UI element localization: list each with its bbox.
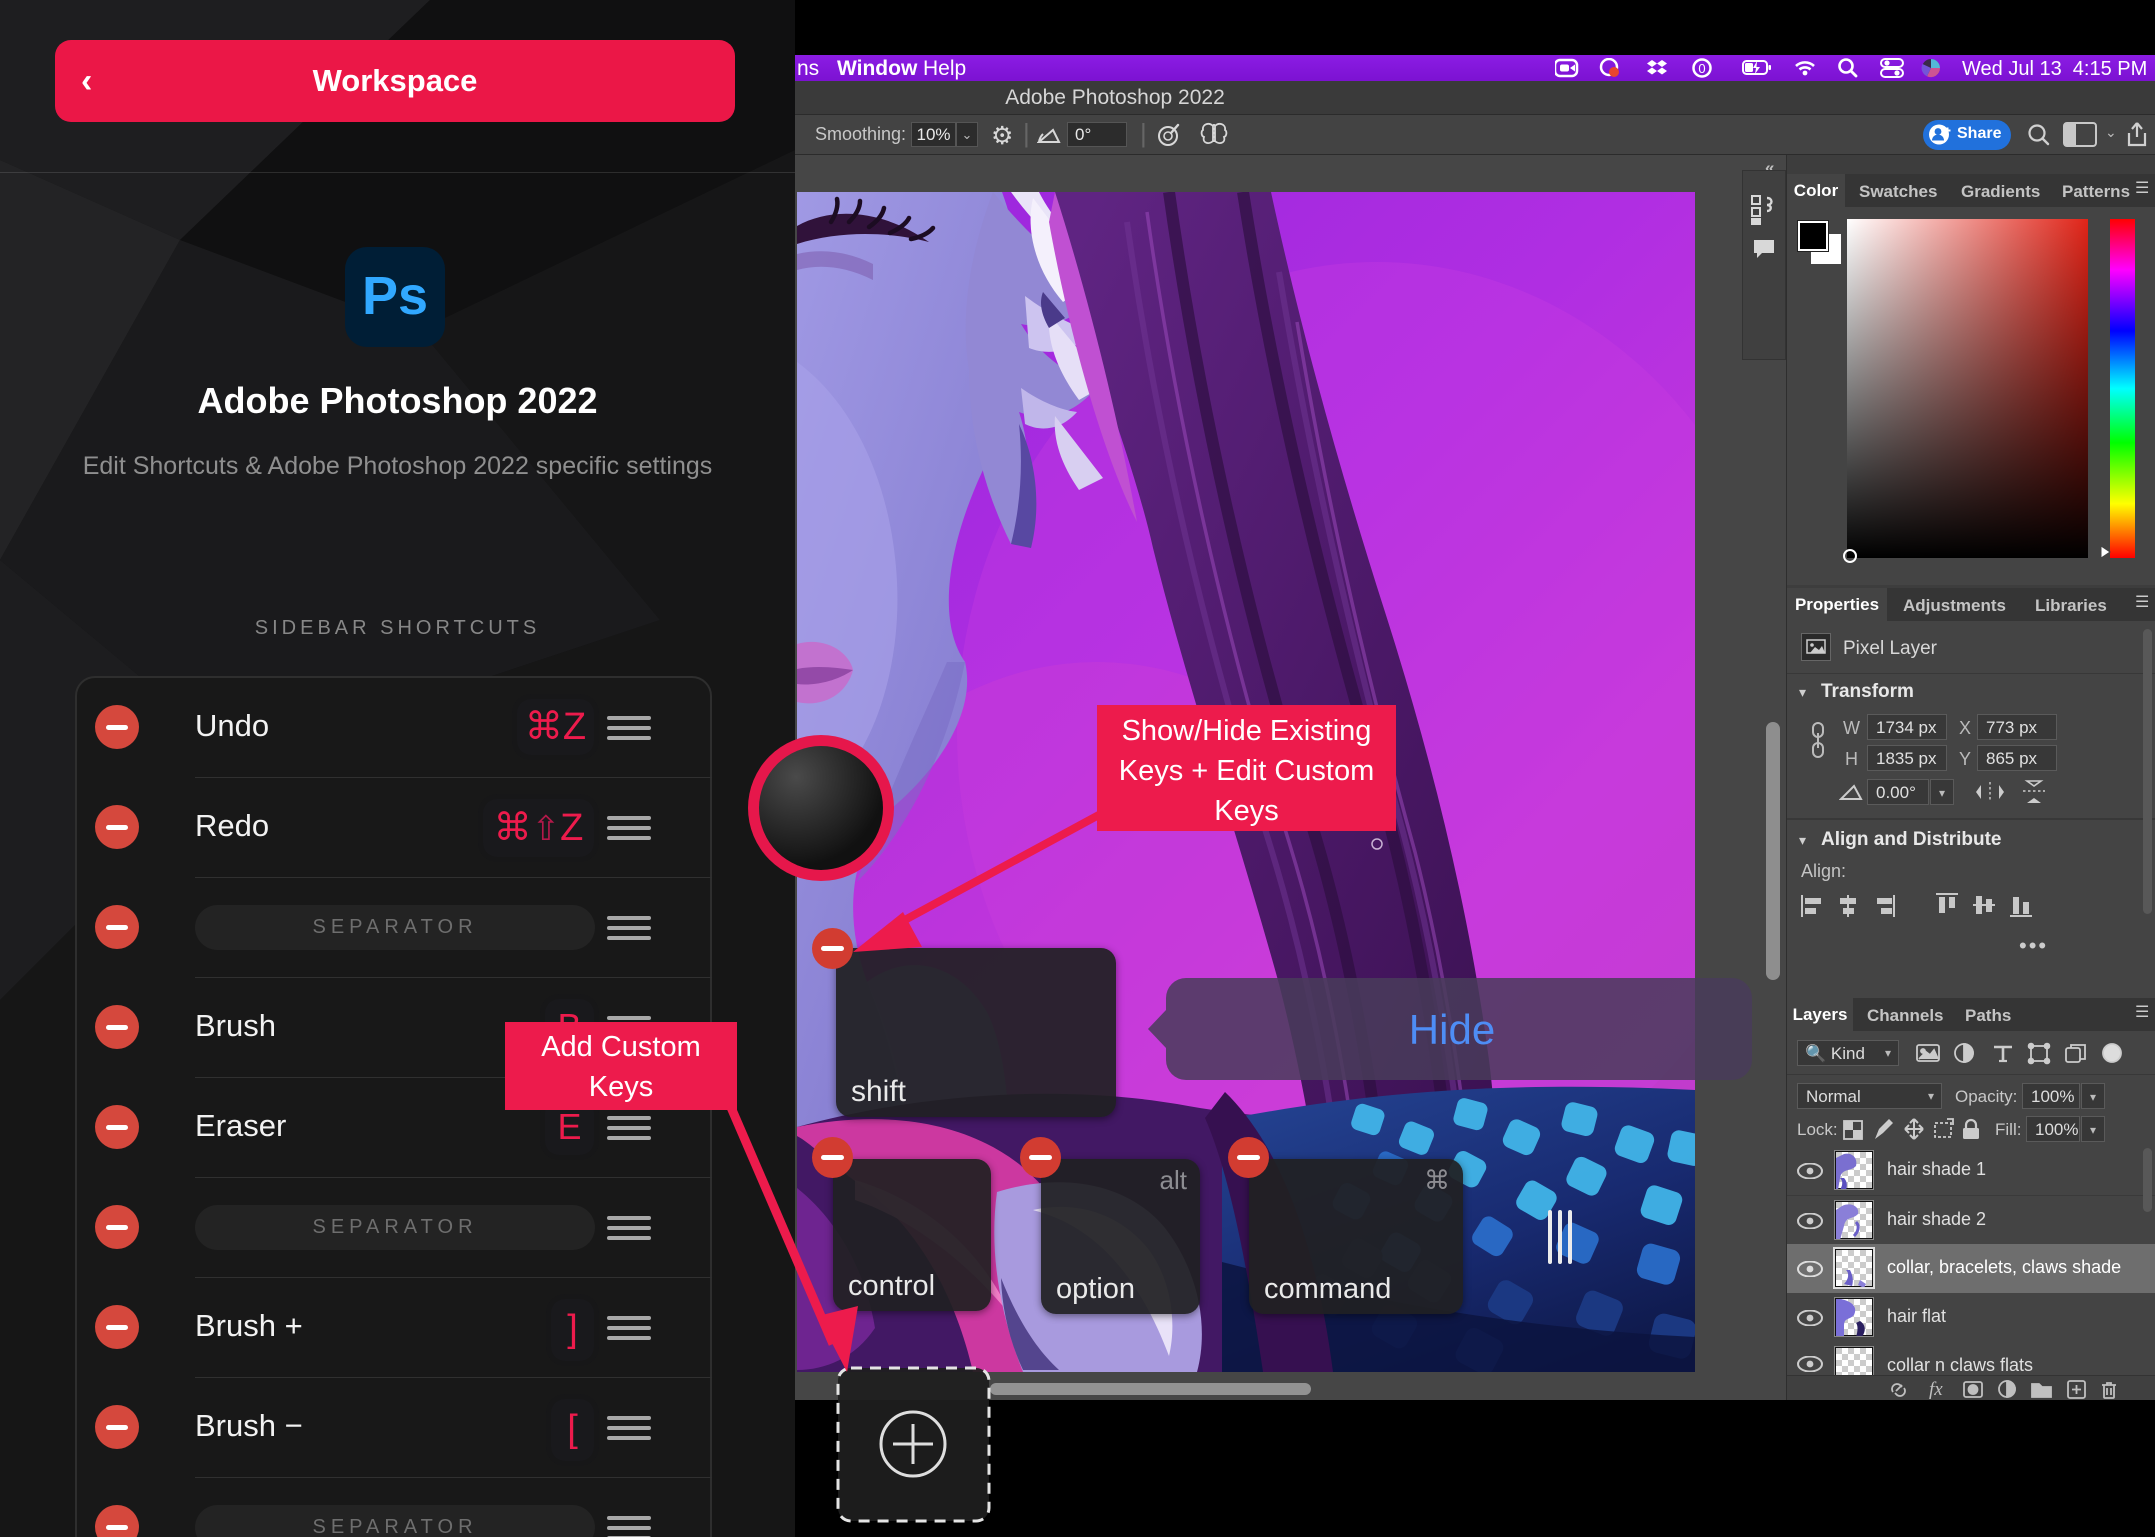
svg-text:Hide: Hide [1409, 1006, 1495, 1053]
svg-text:fx: fx [1929, 1379, 1943, 1399]
svg-text:0: 0 [1698, 61, 1705, 76]
